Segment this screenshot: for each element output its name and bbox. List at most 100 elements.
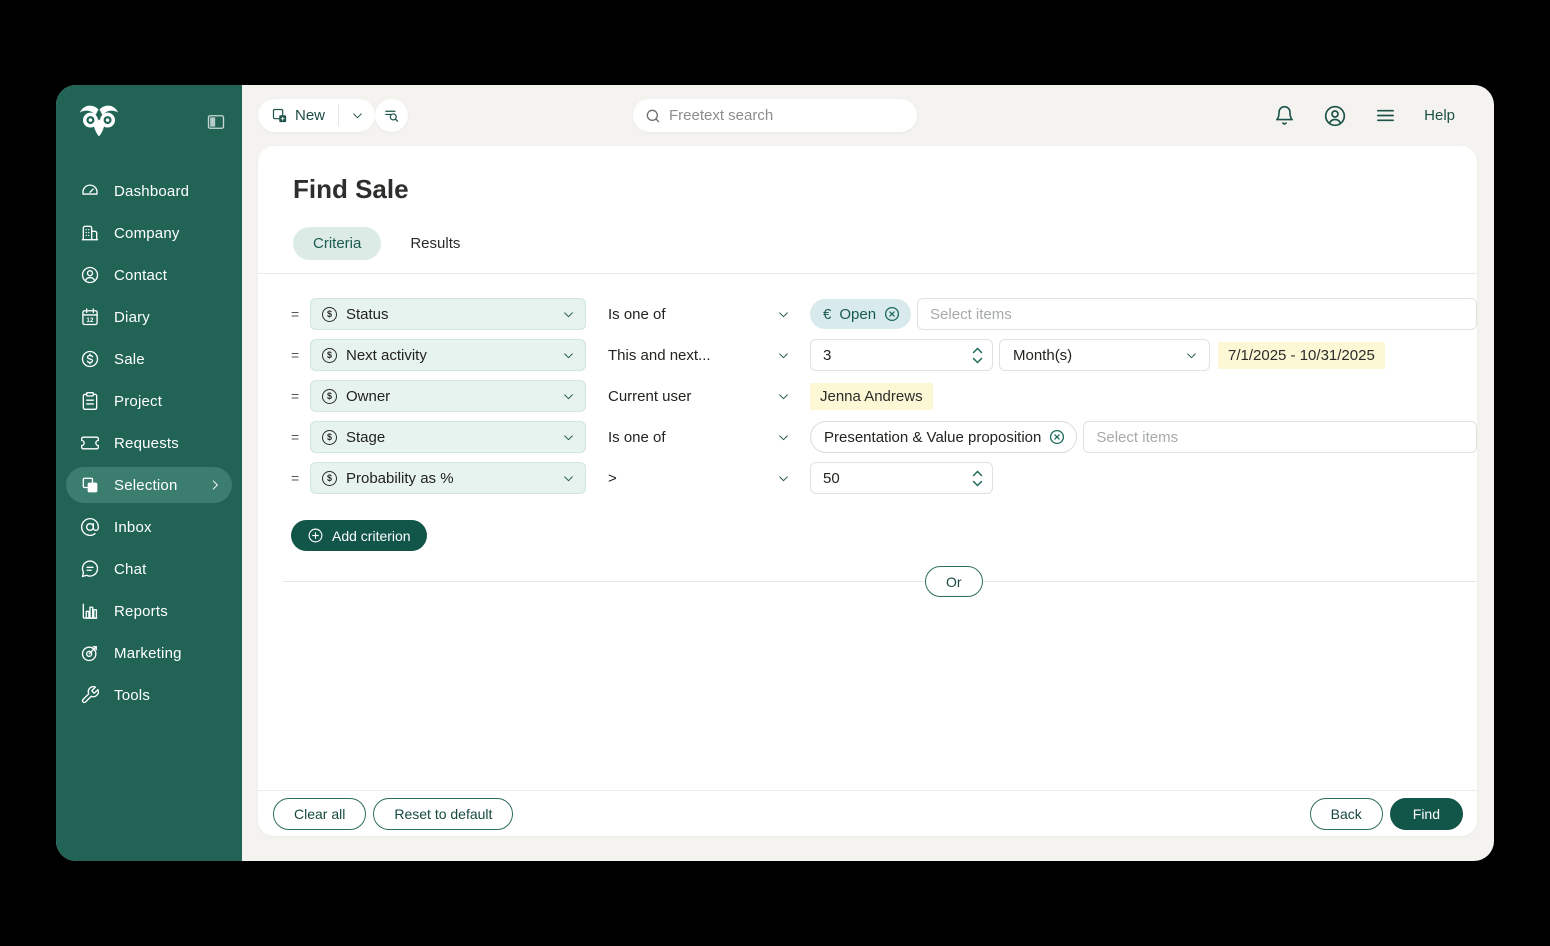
notifications-button[interactable] xyxy=(1273,104,1296,127)
operator-select-stage[interactable]: Is one of xyxy=(608,429,790,446)
operator-label: This and next... xyxy=(608,347,777,364)
or-divider: Or xyxy=(258,565,1477,598)
back-button[interactable]: Back xyxy=(1310,798,1383,830)
sidebar-item-contact[interactable]: Contact xyxy=(66,257,232,293)
chevron-down-icon xyxy=(1185,349,1198,362)
sidebar-item-label: Tools xyxy=(114,687,150,704)
criterion-row-probability: = $ Probability as % > xyxy=(291,462,1477,494)
sale-object-icon: $ xyxy=(322,307,337,322)
bar-chart-icon xyxy=(80,601,100,621)
select-items-input[interactable] xyxy=(1083,421,1477,453)
reset-to-default-button[interactable]: Reset to default xyxy=(373,798,513,830)
remove-chip-icon[interactable] xyxy=(884,306,900,322)
sidebar-item-company[interactable]: Company xyxy=(66,215,232,251)
criterion-row-owner: = $ Owner Current user Jenna Andrews xyxy=(291,380,1477,412)
field-select-status[interactable]: $ Status xyxy=(310,298,586,330)
saved-search-button[interactable] xyxy=(375,99,408,132)
equals-operator: = xyxy=(291,306,310,322)
gauge-icon xyxy=(80,181,100,201)
value-area: Jenna Andrews xyxy=(810,383,1477,410)
operator-label: Is one of xyxy=(608,429,777,446)
operator-select-status[interactable]: Is one of xyxy=(608,306,790,323)
sidebar-item-tools[interactable]: Tools xyxy=(66,677,232,713)
sidebar-item-reports[interactable]: Reports xyxy=(66,593,232,629)
equals-operator: = xyxy=(291,470,310,486)
sidebar-item-inbox[interactable]: Inbox xyxy=(66,509,232,545)
sidebar-item-label: Reports xyxy=(114,603,168,620)
tabs: Criteria Results xyxy=(258,227,1477,260)
field-label: Status xyxy=(346,306,553,323)
divider-line xyxy=(283,581,1477,582)
field-select-stage[interactable]: $ Stage xyxy=(310,421,586,453)
find-button[interactable]: Find xyxy=(1390,798,1463,830)
chevron-down-icon xyxy=(777,308,790,321)
operator-select-probability[interactable]: > xyxy=(608,470,790,487)
new-button[interactable]: New xyxy=(258,99,375,132)
plus-circle-icon xyxy=(307,527,324,544)
chevron-up-icon[interactable] xyxy=(972,470,983,477)
sale-object-icon: $ xyxy=(322,389,337,404)
sale-object-icon: $ xyxy=(322,471,337,486)
new-button-dropdown[interactable] xyxy=(339,99,375,132)
sidebar-item-chat[interactable]: Chat xyxy=(66,551,232,587)
topbar: New xyxy=(242,85,1494,146)
unit-select[interactable]: Month(s) xyxy=(999,339,1210,371)
sidebar-item-requests[interactable]: Requests xyxy=(66,425,232,461)
operator-select-owner[interactable]: Current user xyxy=(608,388,790,405)
sidebar-collapse-icon[interactable] xyxy=(206,112,226,132)
sidebar-item-label: Diary xyxy=(114,309,150,326)
chevron-down-icon xyxy=(777,472,790,485)
wrench-icon xyxy=(80,685,100,705)
sidebar-item-selection[interactable]: Selection xyxy=(66,467,232,503)
sidebar-item-label: Requests xyxy=(114,435,179,452)
sale-object-icon: $ xyxy=(322,430,337,445)
dollar-circle-icon xyxy=(80,349,100,369)
tab-criteria[interactable]: Criteria xyxy=(293,227,381,260)
field-select-next-activity[interactable]: $ Next activity xyxy=(310,339,586,371)
sidebar-item-marketing[interactable]: Marketing xyxy=(66,635,232,671)
sidebar-nav: Dashboard Company Contact 12 Diary Sale … xyxy=(56,173,242,719)
chevron-down-icon[interactable] xyxy=(972,480,983,487)
criteria-list: = $ Status Is one of € Open xyxy=(258,274,1477,494)
sidebar-item-sale[interactable]: Sale xyxy=(66,341,232,377)
number-input[interactable] xyxy=(813,470,913,487)
svg-text:12: 12 xyxy=(86,317,94,324)
user-menu-button[interactable] xyxy=(1323,104,1347,128)
stepper-arrows[interactable] xyxy=(972,347,983,364)
sidebar-item-label: Dashboard xyxy=(114,183,189,200)
help-link[interactable]: Help xyxy=(1424,107,1455,124)
chip-label: Presentation & Value proposition xyxy=(824,429,1041,446)
field-label: Probability as % xyxy=(346,470,553,487)
remove-chip-icon[interactable] xyxy=(1049,429,1065,445)
sidebar-item-dashboard[interactable]: Dashboard xyxy=(66,173,232,209)
number-stepper-months xyxy=(810,339,993,371)
chevron-up-icon[interactable] xyxy=(972,347,983,354)
stepper-arrows[interactable] xyxy=(972,470,983,487)
chip-open[interactable]: € Open xyxy=(810,299,911,329)
field-select-probability[interactable]: $ Probability as % xyxy=(310,462,586,494)
field-select-owner[interactable]: $ Owner xyxy=(310,380,586,412)
sidebar-item-project[interactable]: Project xyxy=(66,383,232,419)
select-items-input[interactable] xyxy=(917,298,1477,330)
sidebar-item-label: Company xyxy=(114,225,180,242)
new-record-icon xyxy=(271,107,288,124)
card-footer: Clear all Reset to default Back Find xyxy=(258,790,1477,836)
add-criterion-button[interactable]: Add criterion xyxy=(291,520,427,551)
chip-stage[interactable]: Presentation & Value proposition xyxy=(810,421,1077,453)
new-button-main[interactable]: New xyxy=(258,99,338,132)
field-label: Next activity xyxy=(346,347,553,364)
search-input[interactable] xyxy=(669,107,905,124)
operator-select-next-activity[interactable]: This and next... xyxy=(608,347,790,364)
tab-results[interactable]: Results xyxy=(408,227,462,260)
sidebar-item-diary[interactable]: 12 Diary xyxy=(66,299,232,335)
criterion-row-status: = $ Status Is one of € Open xyxy=(291,298,1477,330)
operator-label: Is one of xyxy=(608,306,777,323)
chevron-down-icon[interactable] xyxy=(972,357,983,364)
copy-icon xyxy=(80,475,100,495)
number-input[interactable] xyxy=(813,347,913,364)
sale-object-icon: $ xyxy=(322,348,337,363)
value-area xyxy=(810,462,1477,494)
menu-button[interactable] xyxy=(1374,104,1397,127)
or-button[interactable]: Or xyxy=(925,566,983,597)
clear-all-button[interactable]: Clear all xyxy=(273,798,366,830)
